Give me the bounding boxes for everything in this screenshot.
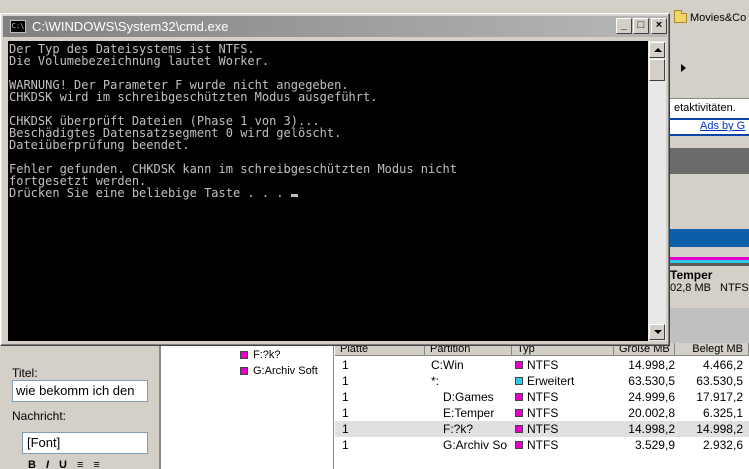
size-cell: 3.529,9 — [634, 438, 675, 452]
ntfs-color-icon — [515, 393, 523, 401]
console-line: Die Volumebezeichnung lautet Worker. — [9, 54, 270, 68]
toolbar-band — [668, 148, 749, 174]
expand-arrow-icon[interactable] — [681, 64, 686, 72]
table-row[interactable]: 1 G:Archiv So NTFS 3.529,9 2.932,6 — [335, 437, 749, 453]
ntfs-color-icon — [240, 351, 248, 359]
partition-cell: G:Archiv So — [443, 438, 508, 452]
table-row[interactable]: 1 D:Games NTFS 24.999,6 17.917,2 — [335, 389, 749, 405]
disk-cell: 1 — [342, 390, 349, 404]
message-label: Nachricht: — [12, 409, 67, 423]
ntfs-color-icon — [515, 441, 523, 449]
partition-size-label: 02,8 MB — [670, 282, 711, 294]
table-row-selected[interactable]: 1 F:?k? NTFS 14.998,2 14.998,2 — [335, 421, 749, 437]
ntfs-color-icon — [515, 425, 523, 433]
minimize-button[interactable]: _ — [616, 18, 632, 34]
table-row[interactable]: 1 *: Erweitert 63.530,5 63.530,5 — [335, 373, 749, 389]
arrow-down-icon — [654, 330, 662, 334]
ntfs-color-icon — [515, 409, 523, 417]
partition-cell: C:Win — [431, 358, 464, 372]
size-cell: 20.002,8 — [628, 406, 675, 420]
size-cell: 14.998,2 — [628, 358, 675, 372]
used-cell: 63.530,5 — [696, 374, 743, 388]
partition-tree — [160, 345, 333, 469]
used-cell: 4.466,2 — [702, 358, 743, 372]
type-label: NTFS — [527, 406, 559, 420]
used-cell: 2.932,6 — [702, 438, 743, 452]
underline-button[interactable]: U — [59, 459, 67, 469]
tree-item-label: G:Archiv Soft — [253, 365, 318, 377]
tree-item-label: F:?k? — [253, 349, 281, 361]
console-output[interactable]: Der Typ des Dateisystems ist NTFS. Die Vo… — [8, 41, 648, 341]
used-cell: 17.917,2 — [696, 390, 743, 404]
partition-cell: E:Temper — [443, 406, 495, 420]
bold-button[interactable]: B — [28, 459, 36, 469]
italic-button[interactable]: I — [46, 459, 49, 469]
folder-item-movies[interactable]: Movies&Co — [674, 10, 746, 26]
partition-cell: F:?k? — [443, 422, 474, 436]
disk-cell: 1 — [342, 406, 349, 420]
table-row[interactable]: 1 C:Win NTFS 14.998,2 4.466,2 — [335, 357, 749, 373]
console-line: Drücken Sie eine beliebige Taste . . . — [9, 186, 291, 200]
background-gray-panel — [668, 308, 749, 345]
disk-cell: 1 — [342, 438, 349, 452]
used-cell: 14.998,2 — [696, 422, 743, 436]
column-header-used[interactable]: Belegt MB — [675, 343, 749, 356]
console-line: CHKDSK wird im schreibgeschützten Modus … — [9, 90, 378, 104]
arrow-up-icon — [654, 48, 662, 52]
type-cell: NTFS — [512, 358, 614, 372]
close-button[interactable]: × — [651, 18, 667, 34]
type-label: NTFS — [527, 358, 559, 372]
cmd-titlebar[interactable]: C:\ C:\WINDOWS\System32\cmd.exe _ □ × — [3, 16, 667, 37]
disk-cell: 1 — [342, 422, 349, 436]
size-cell: 63.530,5 — [628, 374, 675, 388]
format-toolbar: B I U ≡ ≡ — [28, 459, 100, 469]
align-left-button[interactable]: ≡ — [77, 459, 83, 469]
tree-item[interactable]: F:?k? — [240, 349, 281, 361]
scroll-up-button[interactable] — [649, 42, 665, 58]
type-cell: NTFS — [512, 406, 614, 420]
size-cell: 24.999,6 — [628, 390, 675, 404]
size-cell: 14.998,2 — [628, 422, 675, 436]
text-cursor — [290, 194, 298, 197]
ntfs-color-icon — [240, 367, 248, 375]
partition-cell: D:Games — [443, 390, 494, 404]
console-scrollbar[interactable] — [648, 41, 666, 341]
table-row[interactable]: 1 E:Temper NTFS 20.002,8 6.325,1 — [335, 405, 749, 421]
console-prompt-line: Drücken Sie eine beliebige Taste . . . — [9, 187, 647, 199]
partition-name-label: Temper — [670, 268, 713, 282]
partition-color-bar — [668, 257, 749, 266]
header-band — [668, 229, 749, 247]
ntfs-color-icon — [515, 361, 523, 369]
type-label: NTFS — [527, 438, 559, 452]
disk-cell: 1 — [342, 374, 349, 388]
type-cell: Erweitert — [512, 374, 614, 388]
folder-label: Movies&Co — [690, 12, 747, 24]
font-select[interactable]: [Font] — [22, 432, 148, 454]
activity-strip: etaktivitäten. — [668, 98, 749, 118]
console-line: Dateiüberprüfung beendet. — [9, 138, 190, 152]
used-cell: 6.325,1 — [702, 406, 743, 420]
maximize-button[interactable]: □ — [633, 18, 649, 34]
ads-link[interactable]: Ads by G — [700, 120, 745, 132]
disk-cell: 1 — [342, 358, 349, 372]
align-center-button[interactable]: ≡ — [93, 459, 99, 469]
partition-fs-label: NTFS — [720, 282, 749, 294]
folder-icon — [674, 10, 687, 23]
title-input[interactable]: wie bekomm ich den — [12, 380, 148, 402]
scroll-thumb[interactable] — [649, 59, 665, 81]
extended-color-icon — [515, 377, 523, 385]
type-label: NTFS — [527, 390, 559, 404]
type-cell: NTFS — [512, 390, 614, 404]
type-cell: NTFS — [512, 438, 614, 452]
partition-cell: *: — [431, 374, 440, 388]
title-label: Titel: — [12, 366, 38, 380]
type-cell: NTFS — [512, 422, 614, 436]
tree-item[interactable]: G:Archiv Soft — [240, 365, 318, 377]
type-label: NTFS — [527, 422, 559, 436]
type-label: Erweitert — [527, 374, 575, 388]
scroll-down-button[interactable] — [649, 324, 665, 340]
window-title: C:\WINDOWS\System32\cmd.exe — [32, 19, 229, 34]
cmd-app-icon[interactable]: C:\ — [10, 20, 26, 33]
activity-text: etaktivitäten. — [674, 102, 736, 114]
